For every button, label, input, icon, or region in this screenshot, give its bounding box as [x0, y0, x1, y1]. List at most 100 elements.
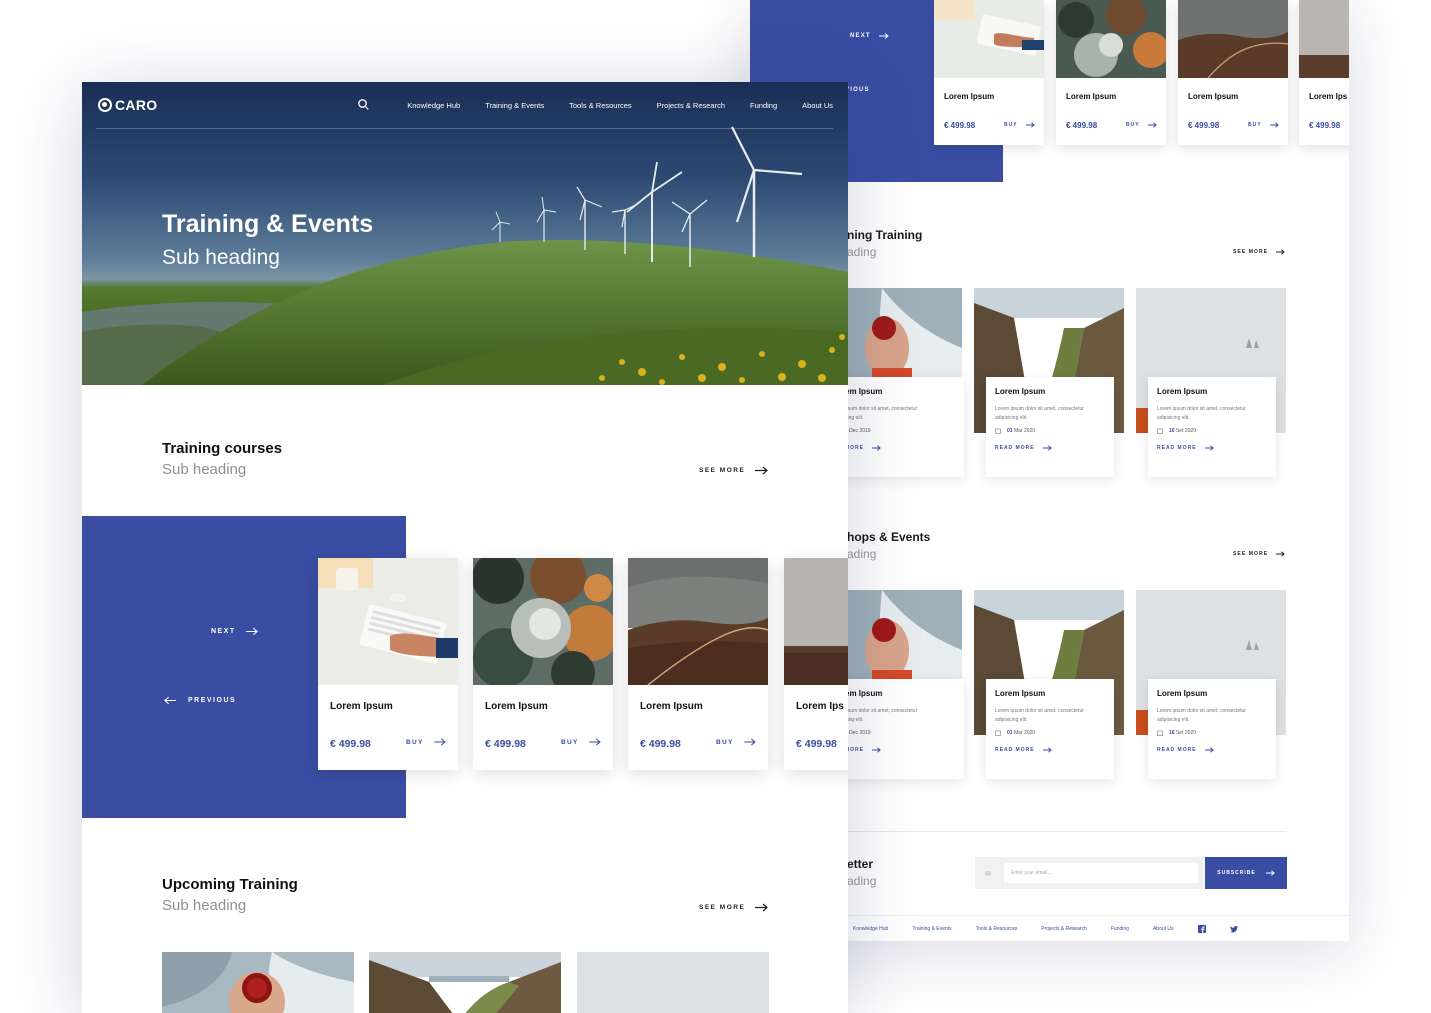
- bp-course-card[interactable]: Lorem Ipsum € 499.98 BUY: [1178, 0, 1289, 145]
- hero-subtitle: Sub heading: [162, 246, 280, 269]
- next-button[interactable]: NEXT: [211, 627, 258, 636]
- bp-workshops-title: hops & Events: [847, 530, 931, 544]
- course-card[interactable]: Lorem Ipsum € 499.98 BUY: [473, 558, 613, 770]
- sea-stacks-image: [577, 952, 769, 1013]
- bp-upcoming-title: ning Training: [847, 228, 923, 242]
- bp-workshop-card[interactable]: Lorem Ipsum Lorem ipsum dolor sit amet, …: [1148, 679, 1276, 779]
- divider: [847, 831, 1287, 832]
- buy-button[interactable]: BUY: [406, 738, 446, 746]
- arrow-right-icon: [743, 738, 756, 746]
- top-nav: CARO Knowledge Hub Training & Events Too…: [82, 82, 848, 129]
- footer-link[interactable]: Projects & Research: [1041, 926, 1087, 932]
- bp-workshops-subtitle: ading: [847, 547, 877, 561]
- bp-read-more-link[interactable]: READ MORE: [1157, 445, 1267, 451]
- bp-upcoming-subtitle: ading: [847, 245, 877, 259]
- bp-upcoming-card[interactable]: Lorem Ipsum Lorem ipsum dolor sit amet, …: [986, 377, 1114, 477]
- previous-button[interactable]: PREVIOUS: [164, 696, 236, 705]
- bp-read-more-link[interactable]: READ MORE: [995, 445, 1105, 451]
- bp-see-more-link[interactable]: SEE MORE: [1233, 249, 1286, 255]
- bp-workshop-card[interactable]: em Ipsum psum dolor sit amet, consectetu…: [836, 679, 964, 779]
- misty-field-image: [784, 558, 848, 685]
- hero-title: Training & Events: [162, 210, 374, 238]
- arrow-right-icon: [755, 466, 769, 475]
- bp-read-more-link[interactable]: MORE: [845, 747, 955, 753]
- footer-link[interactable]: Tools & Resources: [976, 926, 1018, 932]
- bp-buy-button[interactable]: BUY: [1248, 122, 1279, 128]
- forest-aerial-image: [473, 558, 613, 695]
- valley-road-image: [1178, 0, 1289, 79]
- arrow-right-icon: [755, 903, 769, 912]
- cliff-valley-image: [369, 952, 561, 1013]
- arrow-right-icon: [1204, 747, 1214, 753]
- arrow-left-icon: [164, 696, 176, 705]
- see-more-link[interactable]: SEE MORE: [699, 903, 769, 912]
- calendar-icon: [1157, 428, 1163, 434]
- calendar-icon: [995, 730, 1001, 736]
- nav-item-tools-resources[interactable]: Tools & Resources: [569, 101, 632, 110]
- buy-button[interactable]: BUY: [716, 738, 756, 746]
- nav-item-projects-research[interactable]: Projects & Research: [657, 101, 725, 110]
- arrow-right-icon: [872, 747, 881, 753]
- arrow-right-icon: [588, 738, 601, 746]
- twitter-icon[interactable]: [1229, 925, 1238, 933]
- desk-keyboard-image: [318, 558, 458, 685]
- bp-course-card[interactable]: Lorem Ipsum € 499.98 BUY: [934, 0, 1044, 145]
- facebook-icon[interactable]: [1197, 925, 1206, 933]
- bp-previous-button[interactable]: VIOUS: [845, 87, 870, 93]
- bp-read-more-link[interactable]: MORE: [845, 445, 955, 451]
- arrow-right-icon: [1042, 445, 1052, 451]
- nav-item-funding[interactable]: Funding: [750, 101, 777, 110]
- nav-item-knowledge-hub[interactable]: Knowledge Hub: [407, 101, 460, 110]
- arrow-right-icon: [1276, 249, 1286, 255]
- email-field[interactable]: Enter your email...: [1004, 863, 1198, 883]
- bp-read-more-link[interactable]: READ MORE: [1157, 747, 1267, 753]
- caro-logo[interactable]: CARO: [98, 97, 157, 113]
- nav-divider: [96, 128, 833, 129]
- bp-upcoming-card[interactable]: Lorem Ipsum Lorem ipsum dolor sit amet, …: [1148, 377, 1276, 477]
- training-courses-subtitle: Sub heading: [162, 461, 247, 478]
- buy-button[interactable]: BUY: [561, 738, 601, 746]
- arrow-right-icon: [1025, 122, 1035, 128]
- search-icon[interactable]: [358, 99, 369, 110]
- footer-link[interactable]: Funding: [1111, 926, 1129, 932]
- nav-item-about-us[interactable]: About Us: [802, 101, 833, 110]
- footer-link[interactable]: Training & Events: [912, 926, 951, 932]
- arrow-right-icon: [1269, 122, 1279, 128]
- arrow-right-icon: [878, 33, 889, 39]
- upcoming-training-title: Upcoming Training: [162, 876, 298, 893]
- mail-icon: ✉: [985, 871, 991, 878]
- course-card[interactable]: Lorem Ipsum € 499.98 BUY: [318, 558, 458, 770]
- arrow-right-icon: [1204, 445, 1214, 451]
- bp-course-card[interactable]: Lorem Ips € 499.98: [1299, 0, 1349, 145]
- calendar-icon: [995, 428, 1001, 434]
- misty-field-image: [1299, 0, 1349, 78]
- footer-link[interactable]: Knowledge Hub: [853, 926, 888, 932]
- nav-menu: Knowledge Hub Training & Events Tools & …: [407, 101, 833, 110]
- bp-workshop-card[interactable]: Lorem Ipsum Lorem ipsum dolor sit amet, …: [986, 679, 1114, 779]
- arrow-right-icon: [1265, 870, 1275, 876]
- caro-logo-icon: [98, 98, 112, 112]
- forest-aerial-image: [1056, 0, 1169, 78]
- footer-nav: Knowledge Hub Training & Events Tools & …: [853, 925, 1238, 933]
- bp-newsletter-subtitle: ading: [847, 874, 877, 888]
- compass-hand-image: [162, 952, 354, 1013]
- bp-course-card[interactable]: Lorem Ipsum € 499.98 BUY: [1056, 0, 1169, 145]
- subscribe-button[interactable]: SUBSCRIBE: [1205, 857, 1287, 889]
- course-card[interactable]: Lorem Ips € 499.98: [784, 558, 848, 770]
- bp-read-more-link[interactable]: READ MORE: [995, 747, 1105, 753]
- bp-see-more-link[interactable]: SEE MORE: [1233, 551, 1286, 557]
- footer-link[interactable]: About Us: [1153, 926, 1174, 932]
- valley-road-image: [628, 558, 768, 686]
- upcoming-training-subtitle: Sub heading: [162, 897, 247, 914]
- see-more-link[interactable]: SEE MORE: [699, 466, 769, 475]
- calendar-icon: [1157, 730, 1163, 736]
- nav-item-training-events[interactable]: Training & Events: [485, 101, 544, 110]
- course-card[interactable]: Lorem Ipsum € 499.98 BUY: [628, 558, 768, 770]
- bp-buy-button[interactable]: BUY: [1004, 122, 1035, 128]
- bp-buy-button[interactable]: BUY: [1126, 122, 1157, 128]
- arrow-right-icon: [433, 738, 446, 746]
- arrow-right-icon: [1276, 551, 1286, 557]
- bp-newsletter-title: etter: [847, 857, 874, 871]
- bp-upcoming-card[interactable]: em Ipsum psum dolor sit amet, consectetu…: [836, 377, 964, 477]
- bp-next-button[interactable]: NEXT: [850, 33, 889, 39]
